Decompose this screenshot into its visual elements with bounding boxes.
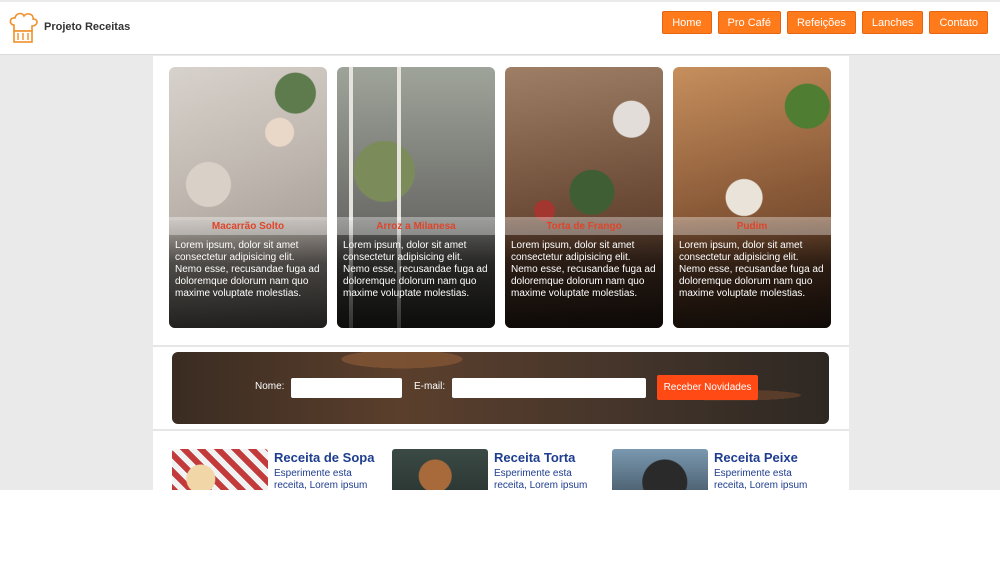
nav-refeicoes-button[interactable]: Refeições (786, 11, 856, 34)
recipe-list: Receita de Sopa Esperimente esta receita… (172, 449, 832, 490)
recipe-card[interactable]: Macarrão Solto Lorem ipsum, dolor sit am… (169, 67, 327, 328)
nav-home-button[interactable]: Home (662, 11, 712, 34)
fish-thumbnail[interactable] (612, 449, 708, 490)
card-description: Lorem ipsum, dolor sit amet consectetur … (343, 240, 488, 299)
card-title: Torta de Frango (505, 217, 663, 235)
nav-pro-cafe-button[interactable]: Pro Café (717, 11, 781, 34)
main-content: Macarrão Solto Lorem ipsum, dolor sit am… (153, 56, 849, 490)
name-label: Nome: (255, 381, 285, 392)
recipe-title[interactable]: Receita Torta (494, 450, 575, 465)
card-title: Macarrão Solto (169, 217, 327, 235)
card-title: Arroz a Milanesa (337, 217, 495, 235)
card-description: Lorem ipsum, dolor sit amet consectetur … (511, 240, 656, 299)
email-input[interactable] (452, 378, 646, 398)
top-navbar: Projeto Receitas Home Pro Café Refeições… (0, 2, 1000, 55)
featured-cards: Macarrão Solto Lorem ipsum, dolor sit am… (169, 67, 831, 328)
main-nav: Home Pro Café Refeições Lanches Contato (662, 11, 988, 34)
recipe-description: Esperimente esta receita, Lorem ipsum (714, 468, 808, 490)
recipe-description: Esperimente esta receita, Lorem ipsum (494, 468, 588, 490)
nav-contato-button[interactable]: Contato (929, 11, 988, 34)
newsletter-banner: Nome: E-mail: Receber Novidades (172, 352, 829, 424)
recipe-description: Esperimente esta receita, Lorem ipsum (274, 468, 368, 490)
soup-thumbnail[interactable] (172, 449, 268, 490)
subscribe-button[interactable]: Receber Novidades (657, 375, 758, 400)
card-title: Pudim (673, 217, 831, 235)
nav-lanches-button[interactable]: Lanches (861, 11, 924, 34)
pie-thumbnail[interactable] (392, 449, 488, 490)
list-item[interactable]: Receita de Sopa Esperimente esta receita… (172, 449, 392, 490)
card-description: Lorem ipsum, dolor sit amet consectetur … (679, 240, 824, 299)
list-item[interactable]: Receita Torta Esperimente esta receita, … (392, 449, 612, 490)
page-viewport: Projeto Receitas Home Pro Café Refeições… (0, 0, 1000, 490)
recipe-card[interactable]: Pudim Lorem ipsum, dolor sit amet consec… (673, 67, 831, 328)
name-input[interactable] (291, 378, 402, 398)
chef-hat-icon[interactable] (6, 11, 40, 45)
card-description: Lorem ipsum, dolor sit amet consectetur … (175, 240, 320, 299)
email-label: E-mail: (414, 381, 446, 392)
recipe-card[interactable]: Arroz a Milanesa Lorem ipsum, dolor sit … (337, 67, 495, 328)
recipe-title[interactable]: Receita de Sopa (274, 450, 374, 465)
section-divider (153, 429, 849, 431)
recipe-title[interactable]: Receita Peixe (714, 450, 798, 465)
recipe-card[interactable]: Torta de Frango Lorem ipsum, dolor sit a… (505, 67, 663, 328)
brand-name[interactable]: Projeto Receitas (44, 21, 130, 33)
list-item[interactable]: Receita Peixe Esperimente esta receita, … (612, 449, 832, 490)
section-divider (153, 345, 849, 347)
